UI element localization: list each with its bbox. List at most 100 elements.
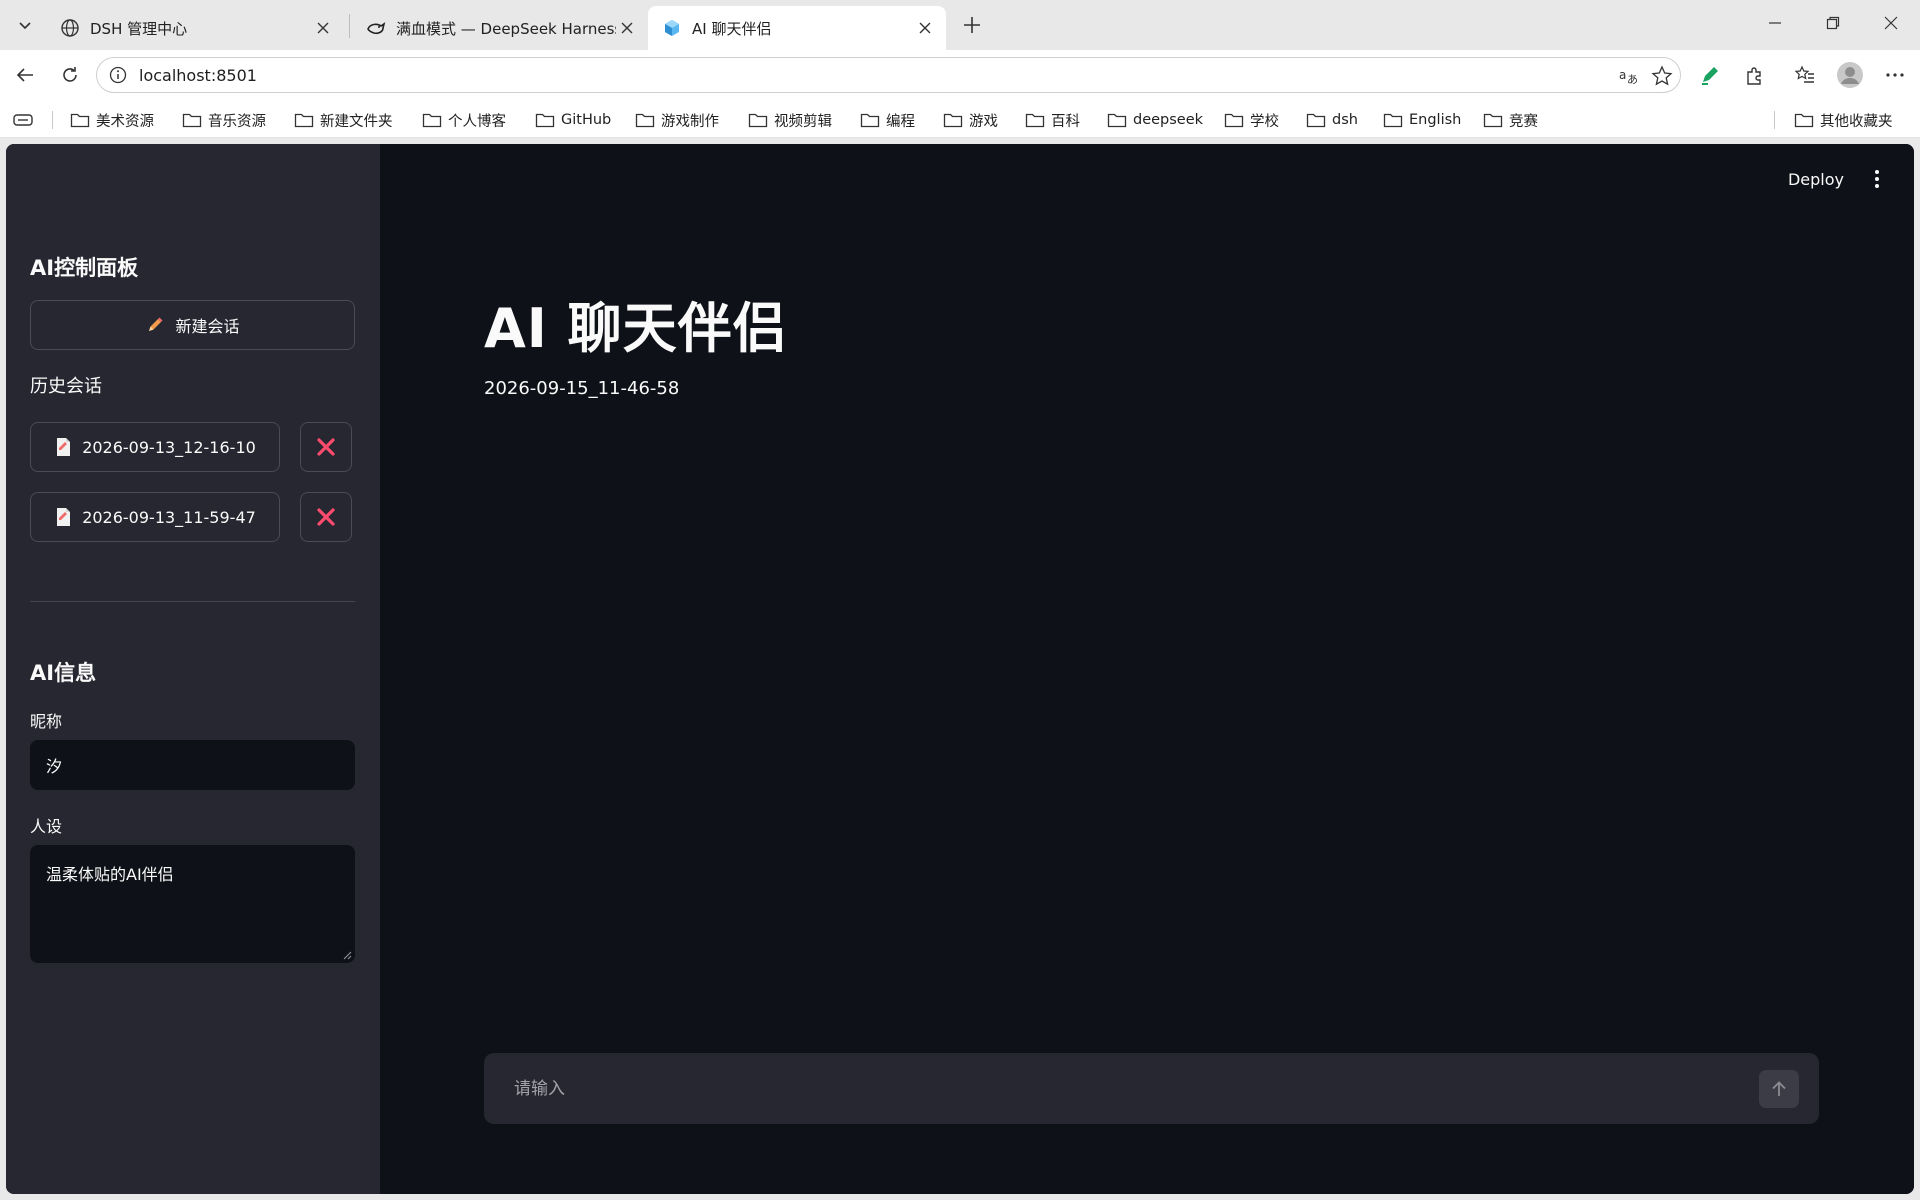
reload-icon bbox=[63, 67, 77, 82]
translate-icon[interactable]: aあ bbox=[1617, 64, 1641, 88]
folder-icon bbox=[943, 112, 963, 128]
bookmark-folder[interactable]: 编程 bbox=[860, 109, 915, 131]
history-session-button[interactable]: 2026-09-13_11-59-47 bbox=[30, 492, 280, 542]
site-info-icon[interactable] bbox=[107, 64, 129, 86]
delete-session-button[interactable] bbox=[300, 422, 352, 472]
bookmark-folder[interactable]: 游戏制作 bbox=[635, 109, 719, 131]
bookmarks-bar: 美术资源 音乐资源 新建文件夹 个人博客 GitHub 游戏制作 视频剪辑 编程 游戏 百科 dee… bbox=[0, 100, 1920, 138]
folder-icon bbox=[1107, 112, 1127, 128]
delete-x-icon bbox=[317, 508, 335, 526]
folder-icon bbox=[1483, 112, 1503, 128]
bookmark-folder[interactable]: 视频剪辑 bbox=[748, 109, 832, 131]
avatar-icon bbox=[1837, 62, 1863, 88]
chat-input-bar bbox=[484, 1053, 1819, 1124]
bookmark-folder[interactable]: dsh bbox=[1306, 109, 1358, 131]
address-bar[interactable]: localhost:8501 aあ bbox=[96, 57, 1681, 93]
document-icon bbox=[57, 438, 71, 456]
bookmark-folder[interactable]: deepseek bbox=[1107, 109, 1203, 131]
restore-button[interactable] bbox=[1805, 0, 1861, 46]
bookmark-folder[interactable]: English bbox=[1383, 109, 1461, 131]
close-icon[interactable] bbox=[616, 17, 638, 39]
tab-actions-menu-button[interactable] bbox=[10, 9, 40, 41]
web-page: AI控制面板 新建会话 历史会话 2026-09-13_12-16-10 202… bbox=[6, 144, 1914, 1194]
bookmark-label: 编程 bbox=[886, 113, 915, 130]
new-chat-button[interactable]: 新建会话 bbox=[30, 300, 355, 350]
delete-x-icon bbox=[317, 438, 335, 456]
deploy-button[interactable]: Deploy bbox=[1788, 170, 1844, 189]
window-close-button[interactable] bbox=[1863, 0, 1919, 46]
browser-toolbar: localhost:8501 aあ bbox=[0, 50, 1920, 100]
folder-icon bbox=[1794, 112, 1814, 128]
chevron-down-icon bbox=[19, 22, 31, 30]
favorite-star-icon[interactable] bbox=[1650, 64, 1674, 88]
folder-icon bbox=[1025, 112, 1045, 128]
folder-icon bbox=[294, 112, 314, 128]
back-arrow-icon bbox=[16, 68, 33, 82]
persona-textarea[interactable]: 温柔体贴的AI伴侣 bbox=[30, 845, 355, 963]
bookmark-label: 新建文件夹 bbox=[320, 113, 393, 130]
close-icon[interactable] bbox=[914, 17, 936, 39]
delete-session-button[interactable] bbox=[300, 492, 352, 542]
history-session-label: 2026-09-13_11-59-47 bbox=[82, 507, 256, 527]
browser-tab-strip: DSH 管理中心 满血模式 — DeepSeek Harness AI 聊天伴侣 bbox=[0, 0, 1920, 50]
resize-handle-icon[interactable] bbox=[342, 950, 352, 960]
bookmark-folder[interactable]: 音乐资源 bbox=[182, 109, 266, 131]
bookmark-folder-other[interactable]: 其他收藏夹 bbox=[1794, 109, 1893, 131]
bookmark-label: 个人博客 bbox=[448, 113, 506, 130]
globe-icon bbox=[60, 18, 80, 38]
bookmark-label: 百科 bbox=[1051, 113, 1080, 130]
pen-icon bbox=[1702, 67, 1718, 85]
tab-dsh[interactable]: DSH 管理中心 bbox=[46, 6, 344, 50]
control-panel-heading: AI控制面板 bbox=[30, 256, 139, 280]
new-chat-label: 新建会话 bbox=[175, 317, 240, 336]
new-tab-button[interactable] bbox=[957, 10, 987, 40]
minimize-button[interactable] bbox=[1747, 0, 1803, 46]
bookmark-label: 视频剪辑 bbox=[774, 113, 832, 130]
folder-icon bbox=[1306, 112, 1326, 128]
bookmark-folder[interactable]: 美术资源 bbox=[70, 109, 154, 131]
deepseek-whale-icon bbox=[366, 18, 386, 38]
history-session-button[interactable]: 2026-09-13_12-16-10 bbox=[30, 422, 280, 472]
reload-button[interactable] bbox=[54, 60, 86, 90]
close-icon bbox=[1884, 16, 1898, 30]
favorites-list-icon bbox=[1794, 65, 1814, 83]
tab-separator bbox=[349, 14, 350, 38]
settings-more-button[interactable] bbox=[1879, 60, 1911, 90]
bookmark-label: 音乐资源 bbox=[208, 113, 266, 130]
folder-icon bbox=[182, 112, 202, 128]
tab-ai-chat[interactable]: AI 聊天伴侣 bbox=[648, 6, 946, 50]
bookmark-folder[interactable]: 学校 bbox=[1224, 109, 1279, 131]
close-icon[interactable] bbox=[312, 17, 334, 39]
bookmark-folder[interactable]: 百科 bbox=[1025, 109, 1080, 131]
reading-list-icon[interactable] bbox=[12, 109, 34, 131]
tab-title: DSH 管理中心 bbox=[90, 19, 188, 38]
back-button[interactable] bbox=[9, 60, 41, 90]
bookmark-label: 其他收藏夹 bbox=[1820, 113, 1893, 130]
send-button[interactable] bbox=[1759, 1070, 1799, 1108]
extensions-button[interactable] bbox=[1739, 60, 1771, 90]
puzzle-icon bbox=[1747, 67, 1761, 85]
restore-icon bbox=[1826, 16, 1840, 30]
bookmark-folder[interactable]: GitHub bbox=[535, 109, 611, 131]
edit-pen-extension-button[interactable] bbox=[1694, 60, 1726, 90]
bookmark-folder[interactable]: 新建文件夹 bbox=[294, 109, 393, 131]
bookmark-folder[interactable]: 竞赛 bbox=[1483, 109, 1538, 131]
session-id-text: 2026-09-15_11-46-58 bbox=[484, 378, 680, 399]
bookmark-label: GitHub bbox=[561, 112, 612, 128]
favorites-button[interactable] bbox=[1789, 60, 1821, 90]
bookmark-label: English bbox=[1409, 112, 1462, 128]
folder-icon bbox=[1224, 112, 1244, 128]
main-menu-icon[interactable] bbox=[1870, 168, 1884, 190]
persona-text: 温柔体贴的AI伴侣 bbox=[46, 865, 174, 884]
tab-deepseek[interactable]: 满血模式 — DeepSeek Harness bbox=[352, 6, 648, 50]
folder-icon bbox=[70, 112, 90, 128]
bookmarks-divider bbox=[1774, 111, 1775, 129]
bookmark-folder[interactable]: 游戏 bbox=[943, 109, 998, 131]
bookmark-folder[interactable]: 个人博客 bbox=[422, 109, 506, 131]
nickname-input[interactable]: 汐 bbox=[30, 740, 355, 790]
bookmark-label: 学校 bbox=[1250, 113, 1279, 130]
chat-input[interactable] bbox=[514, 1071, 1734, 1107]
svg-text:a: a bbox=[1619, 68, 1626, 82]
bookmark-label: dsh bbox=[1332, 112, 1358, 128]
profile-button[interactable] bbox=[1833, 60, 1867, 90]
